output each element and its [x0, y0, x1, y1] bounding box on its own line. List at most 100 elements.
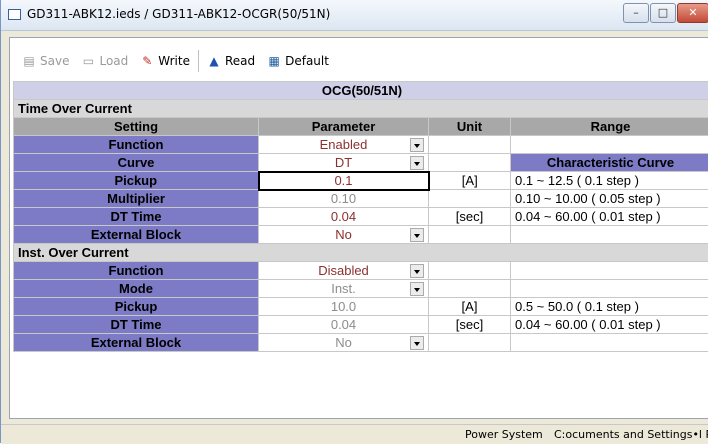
status-power-system: Power System	[465, 428, 543, 441]
read-button[interactable]: ▲ Read	[201, 49, 261, 73]
header-setting: Setting	[14, 118, 259, 136]
default-label: Default	[285, 54, 329, 68]
dropdown-arrow-icon[interactable]	[410, 282, 424, 296]
multiplier-input[interactable]: 0.10	[259, 190, 429, 208]
window-title: GD311-ABK12.ieds / GD311-ABK12-OCGR(50/5…	[27, 7, 330, 21]
maximize-icon: □	[651, 6, 675, 19]
unit-cell: [A]	[429, 172, 511, 190]
unit-cell	[429, 136, 511, 154]
table-row: Function Disabled	[14, 262, 708, 280]
function-value: Enabled	[320, 137, 368, 152]
save-icon: ▤	[22, 54, 36, 68]
unit-cell	[429, 154, 511, 172]
curve-value: DT	[335, 155, 352, 170]
characteristic-curve-button[interactable]: Characteristic Curve	[511, 154, 708, 172]
settings-panel: ▤ Save ▭ Load ✎ Write ▲ Read ▦ Default	[9, 37, 708, 419]
inst-mode-dropdown[interactable]: Inst.	[259, 280, 429, 298]
default-button[interactable]: ▦ Default	[261, 49, 335, 73]
write-label: Write	[158, 54, 190, 68]
range-cell	[511, 280, 708, 298]
write-button[interactable]: ✎ Write	[134, 49, 196, 73]
maximize-button[interactable]: □	[650, 3, 676, 23]
load-button[interactable]: ▭ Load	[75, 49, 134, 73]
setting-label: Multiplier	[14, 190, 259, 208]
header-range: Range	[511, 118, 708, 136]
setting-label: DT Time	[14, 208, 259, 226]
setting-label: Mode	[14, 280, 259, 298]
unit-cell: [sec]	[429, 316, 511, 334]
setting-label: DT Time	[14, 316, 259, 334]
dropdown-arrow-icon[interactable]	[410, 156, 424, 170]
pickup-input[interactable]: 0.1	[259, 172, 429, 190]
setting-label: Pickup	[14, 172, 259, 190]
dropdown-arrow-icon[interactable]	[410, 138, 424, 152]
group-inst-over-current: Inst. Over Current	[14, 244, 708, 262]
function-dropdown[interactable]: Enabled	[259, 136, 429, 154]
table-row: DT Time 0.04 [sec] 0.04 ~ 60.00 ( 0.01 s…	[14, 208, 708, 226]
setting-label: Function	[14, 262, 259, 280]
inst-external-block-dropdown[interactable]: No	[259, 334, 429, 352]
table-row: Pickup 10.0 [A] 0.5 ~ 50.0 ( 0.1 step )	[14, 298, 708, 316]
minimize-icon: –	[624, 6, 648, 19]
write-icon: ✎	[140, 54, 154, 68]
table-row: External Block No	[14, 226, 708, 244]
unit-cell	[429, 280, 511, 298]
dropdown-arrow-icon[interactable]	[410, 264, 424, 278]
window-controls: – □ ✕	[622, 3, 708, 25]
close-icon: ✕	[678, 6, 708, 19]
read-label: Read	[225, 54, 255, 68]
table-row: Function Enabled	[14, 136, 708, 154]
inst-pickup-input[interactable]: 10.0	[259, 298, 429, 316]
unit-cell	[429, 262, 511, 280]
table-row: DT Time 0.04 [sec] 0.04 ~ 60.00 ( 0.01 s…	[14, 316, 708, 334]
unit-cell: [A]	[429, 298, 511, 316]
unit-cell	[429, 226, 511, 244]
curve-dropdown[interactable]: DT	[259, 154, 429, 172]
save-button[interactable]: ▤ Save	[16, 49, 75, 73]
unit-cell	[429, 190, 511, 208]
dropdown-arrow-icon[interactable]	[410, 228, 424, 242]
setting-label: External Block	[14, 334, 259, 352]
table-row: External Block No	[14, 334, 708, 352]
minimize-button[interactable]: –	[623, 3, 649, 23]
folder-icon: ▭	[81, 54, 95, 68]
range-cell	[511, 226, 708, 244]
up-arrow-icon: ▲	[207, 54, 221, 68]
toolbar-separator	[198, 50, 199, 72]
toolbar: ▤ Save ▭ Load ✎ Write ▲ Read ▦ Default	[16, 48, 335, 74]
unit-cell: [sec]	[429, 208, 511, 226]
settings-grid: OCG(50/51N) Time Over Current Setting Pa…	[13, 81, 708, 352]
range-cell	[511, 136, 708, 154]
inst-function-value: Disabled	[318, 263, 369, 278]
grid-caption: OCG(50/51N)	[14, 82, 708, 100]
dropdown-arrow-icon[interactable]	[410, 336, 424, 350]
table-row: Mode Inst.	[14, 280, 708, 298]
external-block-dropdown[interactable]: No	[259, 226, 429, 244]
table-row: Multiplier 0.10 0.10 ~ 10.00 ( 0.05 step…	[14, 190, 708, 208]
range-cell	[511, 262, 708, 280]
table-row: Pickup 0.1 [A] 0.1 ~ 12.5 ( 0.1 step )	[14, 172, 708, 190]
save-label: Save	[40, 54, 69, 68]
range-cell: 0.5 ~ 50.0 ( 0.1 step )	[511, 298, 708, 316]
window-icon	[8, 9, 21, 20]
dt-time-input[interactable]: 0.04	[259, 208, 429, 226]
range-cell: 0.1 ~ 12.5 ( 0.1 step )	[511, 172, 708, 190]
close-button[interactable]: ✕	[677, 3, 708, 23]
app-window: GD311-ABK12.ieds / GD311-ABK12-OCGR(50/5…	[0, 0, 708, 443]
range-cell: 0.10 ~ 10.00 ( 0.05 step )	[511, 190, 708, 208]
title-bar[interactable]: GD311-ABK12.ieds / GD311-ABK12-OCGR(50/5…	[1, 0, 708, 31]
status-bar: Power System C:ocuments and Settings•l P…	[1, 424, 708, 444]
setting-label: Pickup	[14, 298, 259, 316]
range-cell	[511, 334, 708, 352]
header-parameter: Parameter	[259, 118, 429, 136]
table-row: Curve DT Characteristic Curve	[14, 154, 708, 172]
inst-mode-value: Inst.	[331, 281, 356, 296]
range-cell: 0.04 ~ 60.00 ( 0.01 step )	[511, 316, 708, 334]
inst-dt-time-input[interactable]: 0.04	[259, 316, 429, 334]
unit-cell	[429, 334, 511, 352]
inst-function-dropdown[interactable]: Disabled	[259, 262, 429, 280]
external-block-value: No	[335, 227, 352, 242]
group-time-over-current: Time Over Current	[14, 100, 708, 118]
load-label: Load	[99, 54, 128, 68]
setting-label: Curve	[14, 154, 259, 172]
